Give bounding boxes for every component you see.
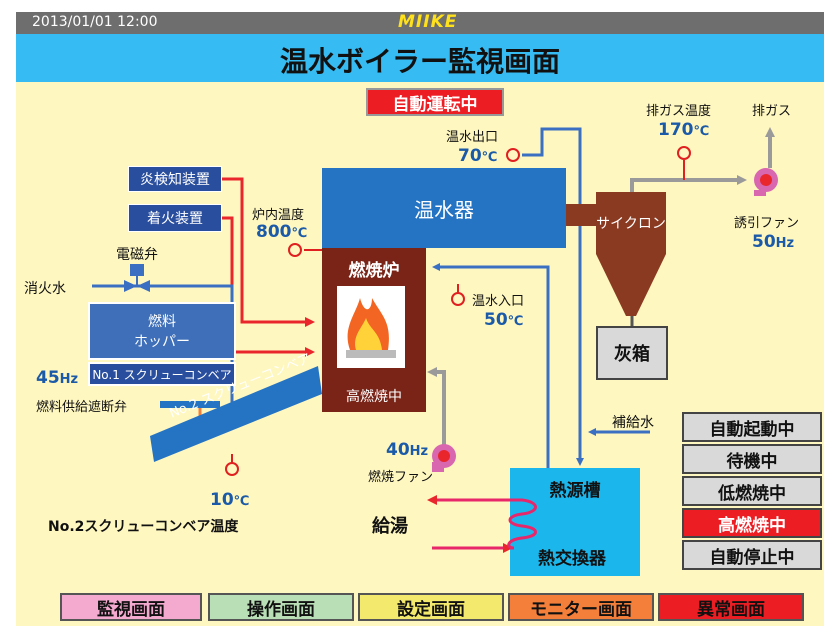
cyclone-duct: [566, 204, 598, 226]
exhaust-temp: 170℃: [658, 120, 709, 140]
conveyor-2-temp-unit: ℃: [233, 494, 250, 509]
inlet-temp: 50℃: [484, 310, 523, 330]
status-low-burn[interactable]: 低燃焼中: [682, 476, 822, 506]
nav-monitor-screen[interactable]: 監視画面: [60, 593, 202, 621]
status-low-burn-label: 低燃焼中: [718, 483, 786, 504]
heat-exchanger-label: 熱交換器: [538, 549, 606, 569]
combustion-fan-label: 燃焼ファン: [368, 470, 434, 485]
inlet-temp-unit: ℃: [507, 314, 524, 329]
furnace-state-label: 高燃焼中: [346, 389, 402, 405]
status-standby-label: 待機中: [726, 451, 778, 472]
induced-fan-frequency-unit: Hz: [775, 236, 795, 251]
ash-box[interactable]: 灰箱: [596, 326, 668, 380]
nav-settings-screen[interactable]: 設定画面: [358, 593, 504, 621]
hot-water-supply-label: 給湯: [372, 516, 408, 537]
flame-detector-button[interactable]: 炎検知装置: [128, 166, 222, 192]
exhaust-temp-sensor: [677, 146, 691, 160]
furnace-temp-value: 800: [256, 222, 292, 242]
heat-source-tank-label: 熱源槽: [549, 481, 601, 501]
ash-box-label: 灰箱: [614, 344, 650, 365]
solenoid-valve-label: 電磁弁: [116, 247, 158, 263]
status-auto-start[interactable]: 自動起動中: [682, 412, 822, 442]
exhaust-gas-label: 排ガス: [752, 104, 792, 119]
cyclone-label: サイクロン: [596, 216, 666, 232]
induced-fan-label: 誘引ファン: [734, 216, 800, 231]
auto-mode-badge: 自動運転中: [366, 88, 504, 116]
furnace-temp-label: 炉内温度: [252, 208, 305, 223]
combustion-furnace[interactable]: 燃焼炉 高燃焼中: [322, 248, 426, 412]
hot-water-heater-label: 温水器: [414, 197, 474, 222]
conveyor-1-frequency-unit: Hz: [59, 372, 79, 387]
inlet-temp-sensor: [451, 292, 465, 306]
status-high-burn-label: 高燃焼中: [718, 515, 786, 536]
auto-mode-label: 自動運転中: [392, 94, 478, 115]
combustion-fan-frequency-unit: Hz: [409, 444, 429, 459]
heat-source-tank[interactable]: 熱源槽 熱交換器: [510, 468, 640, 576]
hot-water-heater[interactable]: 温水器: [322, 168, 566, 248]
exhaust-temp-label: 排ガス温度: [646, 104, 712, 119]
igniter-label: 着火装置: [147, 211, 203, 227]
conveyor-1-frequency: 45Hz: [36, 368, 78, 388]
nav-monitor-label: 監視画面: [97, 599, 165, 620]
nav-monitor-data-label: モニター画面: [530, 599, 632, 620]
app-window: 2013/01/01 12:00 MIIKE 温水ボイラー監視画面 自動運転中 …: [0, 0, 828, 626]
inlet-temp-value: 50: [484, 310, 508, 330]
combustion-fan-frequency-value: 40: [386, 440, 410, 460]
screw-conveyor-1[interactable]: No.1 スクリューコンベア: [88, 362, 236, 386]
furnace-temp: 800℃: [256, 222, 307, 242]
conveyor-1-frequency-value: 45: [36, 368, 60, 388]
outlet-temp-label: 温水出口: [446, 130, 499, 145]
nav-operation-label: 操作画面: [247, 599, 315, 620]
status-auto-stop-label: 自動停止中: [709, 547, 795, 568]
conveyor-2-temp-sensor: [225, 462, 239, 476]
outlet-temp-sensor: [506, 148, 520, 162]
nav-monitor-data-screen[interactable]: モニター画面: [508, 593, 654, 621]
cyclone[interactable]: サイクロン: [596, 192, 666, 254]
outlet-temp-unit: ℃: [481, 150, 498, 165]
status-high-burn[interactable]: 高燃焼中: [682, 508, 822, 538]
nav-alarm-label: 異常画面: [697, 599, 765, 620]
extinguish-water-label: 消火水: [24, 281, 66, 297]
flame-detector-label: 炎検知装置: [140, 172, 210, 188]
cyclone-cone: [596, 254, 666, 316]
inlet-temp-label: 温水入口: [472, 294, 525, 309]
outlet-temp: 70℃: [458, 146, 497, 166]
nav-alarm-screen[interactable]: 異常画面: [658, 593, 804, 621]
combustion-air-line: [427, 367, 446, 452]
igniter-button[interactable]: 着火装置: [128, 204, 222, 232]
combustion-fan-frequency: 40Hz: [386, 440, 428, 460]
furnace-temp-sensor: [288, 243, 302, 257]
status-standby[interactable]: 待機中: [682, 444, 822, 474]
screw-conveyor-1-label: No.1 スクリューコンベア: [92, 367, 232, 382]
conveyor-2-temp: 10℃: [210, 490, 249, 510]
nav-settings-label: 設定画面: [397, 599, 465, 620]
solenoid-valve-body: [124, 280, 137, 292]
solenoid-actuator: [130, 264, 144, 276]
induced-fan-frequency: 50Hz: [752, 232, 794, 252]
conveyor-2-temp-value: 10: [210, 490, 234, 510]
fuel-hopper[interactable]: 燃料 ホッパー: [88, 302, 236, 360]
status-auto-stop[interactable]: 自動停止中: [682, 540, 822, 570]
exhaust-gas-line: [630, 175, 747, 192]
conveyor-2-temp-label: No.2スクリューコンベア温度: [48, 519, 239, 535]
status-auto-start-label: 自動起動中: [709, 419, 795, 440]
fuel-hopper-line2: ホッパー: [134, 334, 190, 350]
induced-fan-frequency-value: 50: [752, 232, 776, 252]
exhaust-temp-unit: ℃: [693, 124, 710, 139]
fuel-cutoff-valve-label: 燃料供給遮断弁: [36, 400, 128, 415]
makeup-water-label: 補給水: [612, 415, 654, 431]
furnace-label: 燃焼炉: [348, 261, 400, 281]
nav-operation-screen[interactable]: 操作画面: [208, 593, 354, 621]
outlet-temp-value: 70: [458, 146, 482, 166]
exhaust-temp-value: 170: [658, 120, 694, 140]
furnace-temp-unit: ℃: [291, 226, 308, 241]
fuel-hopper-line1: 燃料: [148, 314, 176, 330]
